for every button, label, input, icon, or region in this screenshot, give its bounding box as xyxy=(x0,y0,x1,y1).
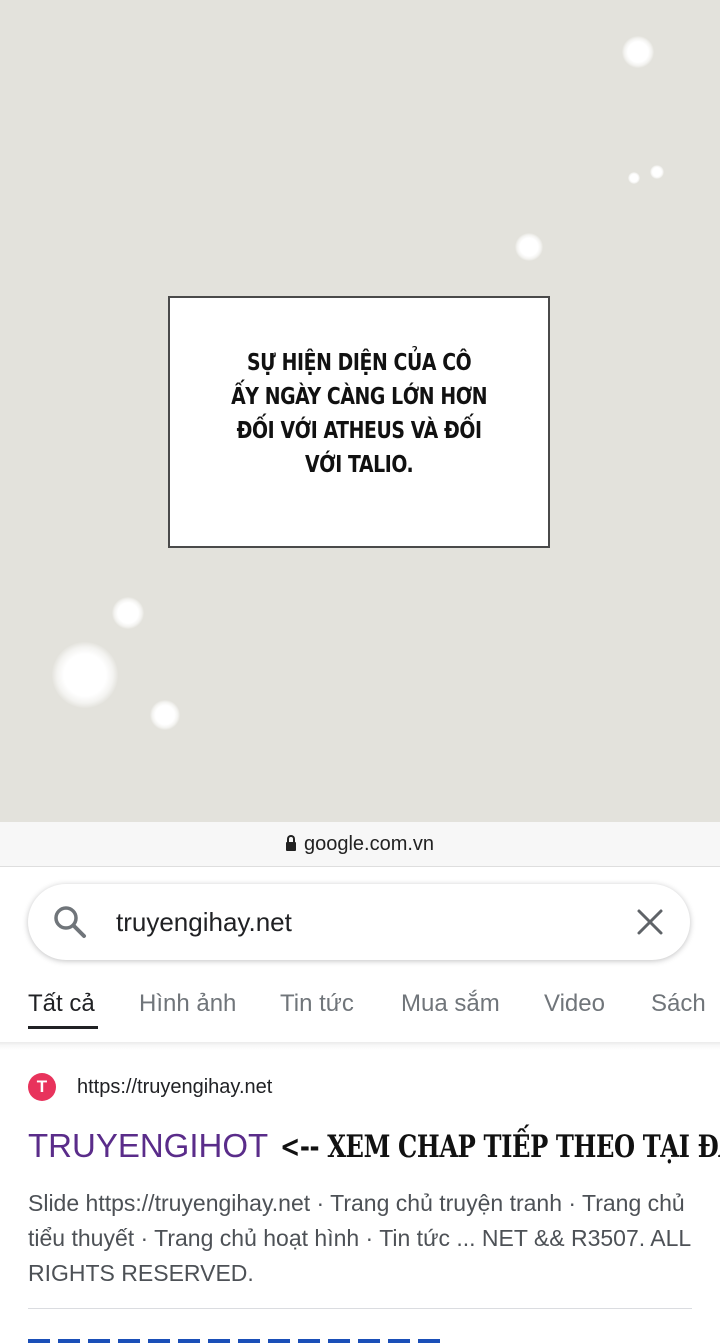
tabs-divider xyxy=(0,1042,720,1050)
sparkle-decoration xyxy=(112,597,144,629)
url-text: google.com.vn xyxy=(303,832,435,855)
tab-shopping[interactable]: Mua sắm xyxy=(401,986,500,1022)
tab-images[interactable]: Hình ảnh xyxy=(139,986,236,1022)
active-tab-indicator xyxy=(28,1026,98,1029)
caption-line: VỚI TALIO. xyxy=(304,452,414,478)
result-divider xyxy=(28,1308,692,1309)
caption-line: SỰ HIỆN DIỆN CỦA CÔ xyxy=(246,350,472,376)
lock-icon xyxy=(285,834,296,851)
tab-books[interactable]: Sách xyxy=(651,986,706,1022)
caption-line: ĐỐI VỚI ATHEUS VÀ ĐỐI xyxy=(236,418,482,444)
search-input[interactable]: truyengihay.net xyxy=(28,884,690,960)
result-url[interactable]: https://truyengihay.net xyxy=(77,1073,272,1101)
search-query[interactable]: truyengihay.net xyxy=(116,904,292,940)
site-favicon[interactable]: T xyxy=(28,1073,56,1101)
sparkle-decoration xyxy=(628,172,640,184)
tab-video[interactable]: Video xyxy=(544,986,605,1022)
caption-text: SỰ HIỆN DIỆN CỦA CÔ ẤY NGÀY CÀNG LỚN HƠN… xyxy=(231,346,487,482)
sparkle-decoration xyxy=(622,36,654,68)
tab-all[interactable]: Tất cả xyxy=(28,986,95,1022)
next-result-peek xyxy=(28,1333,448,1343)
result-title-link[interactable]: TRUYENGIHOT <-- XEM CHAP TIẾP THEO TẠI ĐÂ… xyxy=(28,1124,720,1175)
search-icon[interactable] xyxy=(53,905,87,939)
sparkle-decoration xyxy=(52,642,118,708)
sparkle-decoration xyxy=(515,233,543,261)
caption-box: SỰ HIỆN DIỆN CỦA CÔ ẤY NGÀY CÀNG LỚN HƠN… xyxy=(168,296,550,548)
result-title-brand[interactable]: TRUYENGIHOT xyxy=(28,1127,268,1164)
comic-panel: SỰ HIỆN DIỆN CỦA CÔ ẤY NGÀY CÀNG LỚN HƠN… xyxy=(0,0,720,822)
result-snippet: Slide https://truyengihay.net · Trang ch… xyxy=(28,1190,691,1286)
browser-url-bar[interactable]: google.com.vn xyxy=(0,822,720,867)
sparkle-decoration xyxy=(150,700,180,730)
caption-line: ẤY NGÀY CÀNG LỚN HƠN xyxy=(230,384,488,410)
sparkle-decoration xyxy=(650,165,664,179)
tab-news[interactable]: Tin tức xyxy=(280,986,354,1022)
result-title-cta[interactable]: <-- XEM CHAP TIẾP THEO TẠI ĐÂY xyxy=(280,1125,720,1169)
search-tabs: Tất cả Hình ảnh Tin tức Mua sắm Video Sá… xyxy=(0,986,720,1030)
clear-icon[interactable] xyxy=(636,908,664,936)
